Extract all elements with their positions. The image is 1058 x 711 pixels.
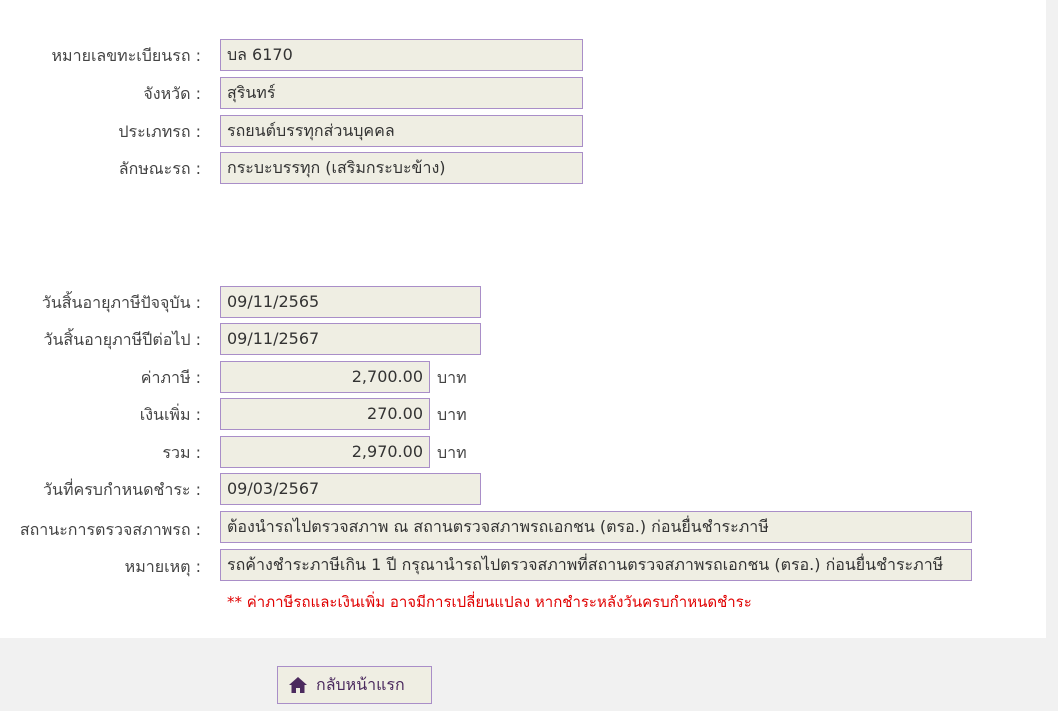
inspection-status-label: สถานะการตรวจสภาพรถ :	[19, 520, 201, 539]
province-label: จังหวัด :	[143, 84, 201, 103]
inspection-status-field: ต้องนำรถไปตรวจสภาพ ณ สถานตรวจสภาพรถเอกชน…	[220, 511, 972, 543]
total-label: รวม :	[162, 443, 201, 462]
surcharge-field: 270.00	[220, 398, 430, 430]
remark-label: หมายเหตุ :	[124, 557, 201, 576]
plate-field: บล 6170	[220, 39, 583, 71]
current-expiry-label: วันสิ้นอายุภาษีปัจจุบัน :	[41, 293, 201, 312]
vehicle-style-label: ลักษณะรถ :	[118, 159, 201, 178]
total-field: 2,970.00	[220, 436, 430, 468]
home-icon	[289, 677, 307, 693]
vehicle-style-field: กระบะบรรทุก (เสริมกระบะข้าง)	[220, 152, 583, 184]
plate-label: หมายเลขทะเบียนรถ :	[51, 46, 202, 65]
vehicle-type-label: ประเภทรถ :	[118, 122, 201, 141]
due-date-field: 09/03/2567	[220, 473, 481, 505]
total-currency-label: บาท	[437, 443, 467, 462]
surcharge-label: เงินเพิ่ม :	[139, 405, 201, 424]
surcharge-currency-label: บาท	[437, 405, 467, 424]
tax-result-panel: หมายเลขทะเบียนรถ : บล 6170 จังหวัด : สุร…	[0, 0, 1046, 638]
tax-currency-label: บาท	[437, 368, 467, 387]
vehicle-type-field: รถยนต์บรรทุกส่วนบุคคล	[220, 115, 583, 147]
tax-amount-field: 2,700.00	[220, 361, 430, 393]
remark-field: รถค้างชำระภาษีเกิน 1 ปี กรุณานำรถไปตรวจส…	[220, 549, 972, 581]
tax-amount-label: ค่าภาษี :	[140, 368, 201, 387]
province-field: สุรินทร์	[220, 77, 583, 109]
warning-note: ** ค่าภาษีรถและเงินเพิ่ม อาจมีการเปลี่ยน…	[227, 593, 752, 611]
due-date-label: วันที่ครบกำหนดชำระ :	[43, 480, 201, 499]
next-expiry-label: วันสิ้นอายุภาษีปีต่อไป :	[43, 330, 201, 349]
back-home-label: กลับหน้าแรก	[316, 674, 405, 694]
back-home-button[interactable]: กลับหน้าแรก	[277, 666, 432, 704]
current-expiry-field: 09/11/2565	[220, 286, 481, 318]
next-expiry-field: 09/11/2567	[220, 323, 481, 355]
